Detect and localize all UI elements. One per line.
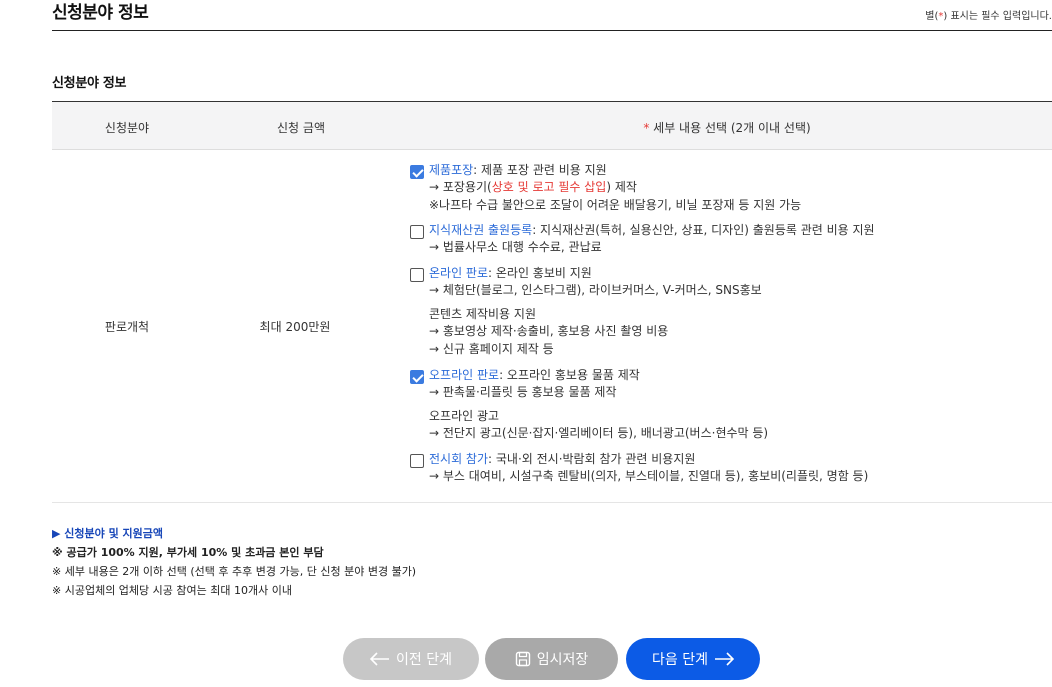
note-line: ※ 세부 내용은 2개 이하 선택 (선택 후 추후 변경 가능, 단 신청 분… xyxy=(52,565,417,578)
amount-value: 최대 200만원 xyxy=(259,320,331,334)
temp-save-button[interactable]: 임시저장 xyxy=(485,638,618,680)
header-detail: * 세부 내용 선택 (2개 이내 선택) xyxy=(643,121,811,135)
application-table: 신청분야 신청 금액 * 세부 내용 선택 (2개 이내 선택) 판로개척 최대… xyxy=(52,101,1052,503)
checkbox-exhibition[interactable] xyxy=(410,454,424,468)
checkbox-online-sales[interactable] xyxy=(410,268,424,282)
header-field: 신청분야 xyxy=(104,121,150,135)
option-title[interactable]: 온라인 판로 xyxy=(429,266,488,280)
table-row: 판로개척 최대 200만원 제품포장: 제품 포장 관련 비용 지원 → 포장용… xyxy=(52,150,1052,503)
checkbox-offline-sales[interactable] xyxy=(410,370,424,384)
arrow-right-icon xyxy=(714,652,734,666)
field-value: 판로개척 xyxy=(104,320,150,334)
notes-title: ▶ 신청분야 및 지원금액 xyxy=(52,527,164,540)
option-title[interactable]: 지식재산권 출원등록 xyxy=(429,223,532,237)
section-title: 신청분야 정보 xyxy=(52,76,127,91)
arrow-left-icon xyxy=(370,652,389,666)
note-line: ※ 공급가 100% 지원, 부가세 10% 및 초과금 본인 부담 xyxy=(52,546,324,559)
option-title[interactable]: 전시회 참가 xyxy=(429,452,488,466)
option-title[interactable]: 제품포장 xyxy=(429,163,473,177)
table-header: 신청분야 신청 금액 * 세부 내용 선택 (2개 이내 선택) xyxy=(52,101,1052,150)
notes: ▶ 신청분야 및 지원금액 ※ 공급가 100% 지원, 부가세 10% 및 초… xyxy=(52,524,416,600)
next-step-button[interactable]: 다음 단계 xyxy=(626,638,760,680)
checkbox-packaging[interactable] xyxy=(410,165,424,179)
required-note: 별(*) 표시는 필수 입력입니다. xyxy=(925,11,1052,22)
prev-step-button[interactable]: 이전 단계 xyxy=(343,638,479,680)
checkbox-ip-registration[interactable] xyxy=(410,225,424,239)
note-line: ※ 시공업체의 업체당 시공 참여는 최대 10개사 이내 xyxy=(52,584,292,597)
save-icon xyxy=(515,651,530,667)
page-title: 신청분야 정보 xyxy=(52,3,149,23)
option-title[interactable]: 오프라인 판로 xyxy=(429,368,499,382)
header-amount: 신청 금액 xyxy=(277,121,325,135)
page-header: 신청분야 정보 별(*) 표시는 필수 입력입니다. xyxy=(52,0,1052,31)
